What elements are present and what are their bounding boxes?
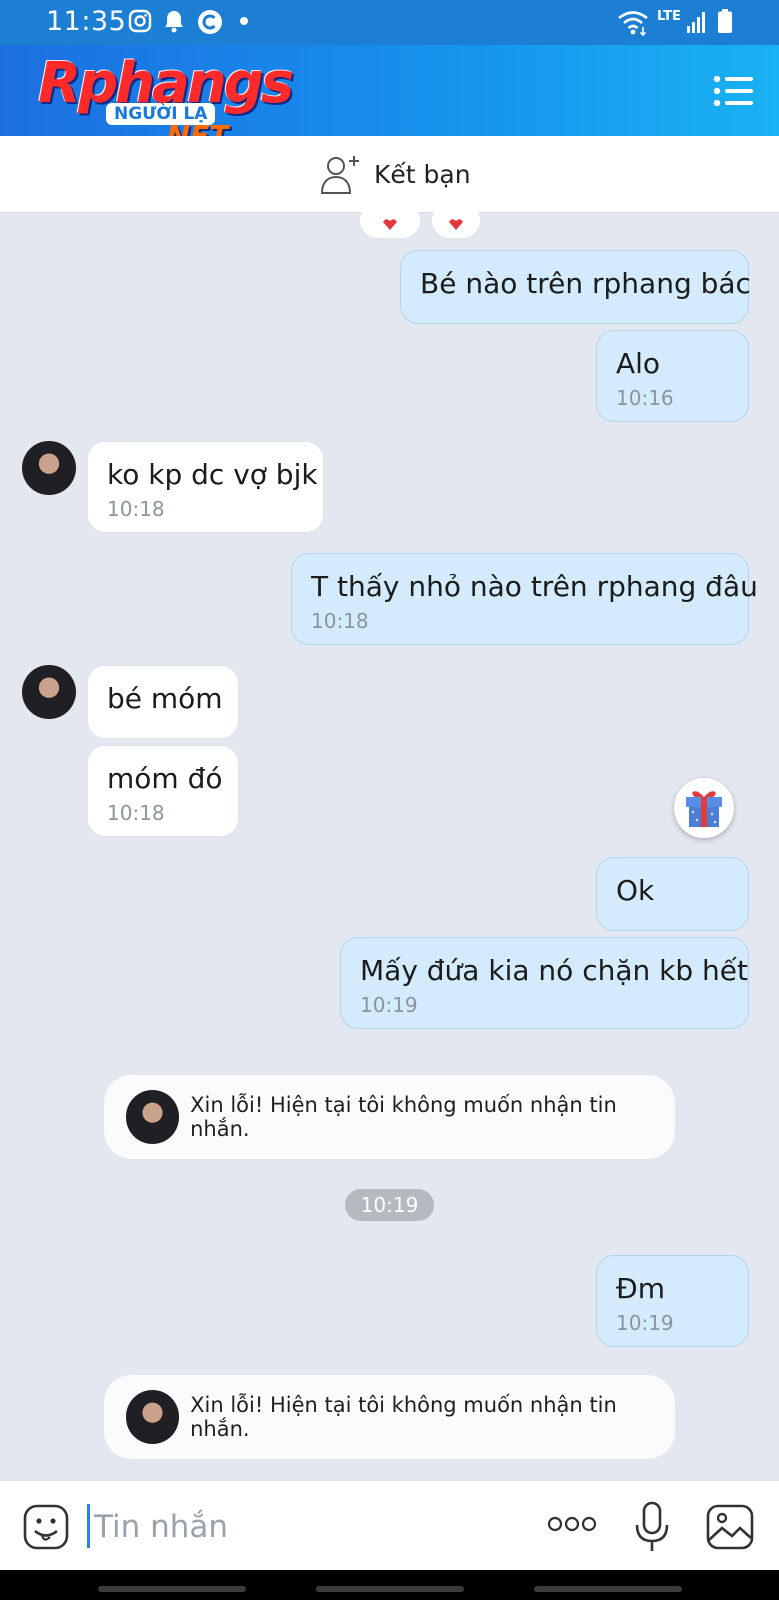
battery-icon [718, 9, 732, 33]
system-notice: Xin lỗi! Hiện tại tôi không muốn nhận ti… [104, 1075, 675, 1159]
dot-icon [240, 17, 248, 25]
message-time: 10:16 [616, 386, 674, 410]
message-bubble-outgoing[interactable]: Bé nào trên rphang bác [400, 250, 751, 324]
contact-avatar[interactable] [22, 665, 76, 719]
system-notice-text: Xin lỗi! Hiện tại tôi không muốn nhận ti… [190, 1093, 617, 1141]
message-composer [0, 1480, 779, 1571]
reaction-chip[interactable] [360, 212, 420, 238]
message-text: ko kp dc vợ bjk [107, 458, 318, 491]
status-bar: 11:35 LTE [0, 0, 779, 45]
heart-icon [383, 219, 397, 230]
system-notice: Xin lỗi! Hiện tại tôi không muốn nhận ti… [104, 1375, 675, 1459]
message-text: Mấy đứa kia nó chặn kb hết [360, 954, 748, 987]
gift-icon [686, 791, 722, 827]
emoji-icon[interactable] [23, 1504, 69, 1550]
message-bubble-incoming[interactable]: bé móm [87, 665, 239, 739]
system-notice-text: Xin lỗi! Hiện tại tôi không muốn nhận ti… [190, 1393, 617, 1441]
message-text: bé móm [107, 682, 223, 715]
app-header: Rphangs NGƯỜI LẠ .NET [0, 45, 779, 152]
contact-avatar [126, 1390, 180, 1444]
app-c-icon [198, 10, 222, 34]
message-text: Alo [616, 347, 661, 380]
message-time: 10:19 [360, 993, 418, 1017]
message-bubble-outgoing[interactable]: T thấy nhỏ nào trên rphang đâu 10:18 [291, 553, 758, 645]
text-caret [87, 1504, 90, 1548]
friend-bar: Kết bạn [0, 136, 779, 213]
wifi-icon [618, 11, 648, 37]
reaction-chip[interactable] [432, 212, 480, 238]
message-text: Đm [616, 1272, 665, 1305]
signal-icon [687, 12, 705, 33]
time-divider: 10:19 [345, 1189, 434, 1221]
status-time: 11:35 [46, 6, 127, 37]
add-friend-button[interactable]: Kết bạn [320, 153, 471, 195]
image-icon[interactable] [706, 1504, 754, 1550]
menu-icon[interactable] [713, 75, 753, 107]
nav-back-button[interactable] [534, 1586, 682, 1592]
message-bubble-incoming[interactable]: ko kp dc vợ bjk 10:18 [87, 441, 324, 533]
heart-icon [449, 219, 463, 230]
message-time: 10:18 [107, 801, 165, 825]
message-text: Ok [616, 874, 655, 907]
message-text: móm đó [107, 762, 223, 795]
message-bubble-outgoing[interactable]: Ok [596, 857, 749, 931]
network-type-label: LTE [657, 9, 681, 24]
message-input[interactable] [92, 1499, 526, 1555]
add-friend-label: Kết bạn [374, 159, 471, 189]
message-bubble-outgoing[interactable]: Đm 10:19 [596, 1255, 749, 1347]
message-time: 10:18 [107, 497, 165, 521]
system-navigation-bar [0, 1570, 779, 1600]
message-bubble-outgoing[interactable]: Mấy đứa kia nó chặn kb hết 10:19 [340, 937, 749, 1029]
message-text: Bé nào trên rphang bác [420, 267, 751, 300]
message-text: T thấy nhỏ nào trên rphang đâu [311, 570, 758, 603]
chat-thread[interactable]: Bé nào trên rphang bác Alo 10:16 ko kp d… [0, 212, 779, 1480]
nav-recents-button[interactable] [98, 1586, 246, 1592]
instagram-icon [128, 9, 152, 33]
more-icon[interactable] [546, 1514, 598, 1534]
message-bubble-outgoing[interactable]: Alo 10:16 [596, 330, 749, 422]
contact-avatar [126, 1090, 180, 1144]
message-time: 10:19 [616, 1311, 674, 1335]
nav-home-button[interactable] [316, 1586, 464, 1592]
contact-avatar[interactable] [22, 441, 76, 495]
message-time: 10:18 [311, 609, 369, 633]
brand-logo[interactable]: Rphangs NGƯỜI LẠ .NET [38, 51, 294, 152]
message-bubble-incoming[interactable]: móm đó 10:18 [87, 745, 239, 837]
gift-button[interactable] [674, 778, 734, 838]
add-user-icon [320, 156, 359, 194]
microphone-icon[interactable] [634, 1501, 670, 1553]
notification-bell-icon [165, 11, 183, 33]
